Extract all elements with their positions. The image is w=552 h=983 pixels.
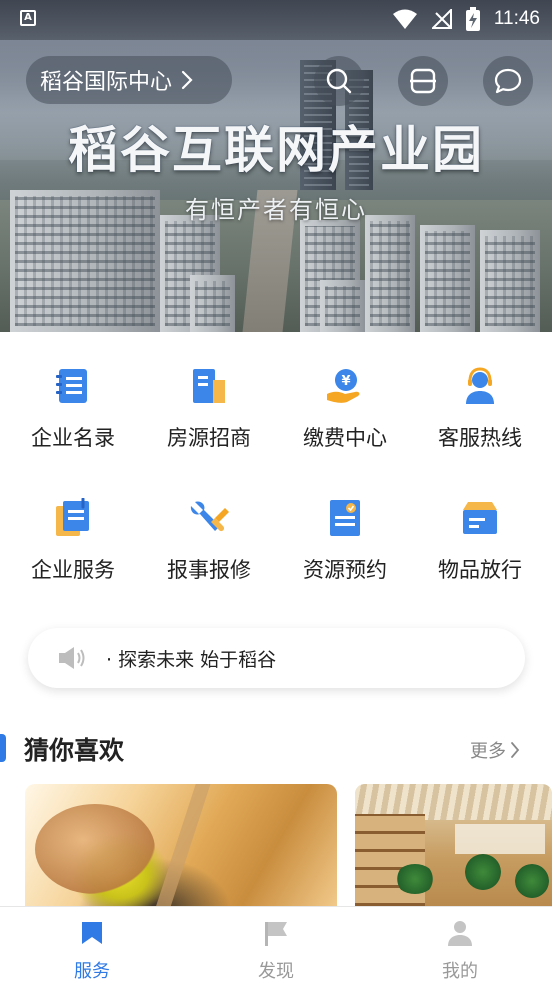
quick-action-company-directory[interactable]: 企业名录	[4, 352, 142, 462]
wrench-icon	[190, 501, 229, 532]
package-box-icon	[463, 502, 497, 534]
svg-text:¥: ¥	[341, 374, 350, 389]
tab-label: 服务	[74, 961, 110, 982]
quick-action-label: 客服热线	[438, 426, 522, 450]
location-label: 稻谷国际中心	[40, 70, 173, 95]
announcement-bar[interactable]: · 探索未来 始于稻谷	[28, 628, 525, 688]
tab-service[interactable]: 服务	[0, 907, 184, 983]
wifi-icon	[392, 9, 417, 29]
message-button[interactable]	[483, 56, 533, 106]
user-icon	[448, 921, 472, 946]
speaker-icon	[59, 647, 85, 669]
quick-action-customer-hotline[interactable]: 客服热线	[411, 352, 549, 462]
no-signal-icon	[431, 9, 452, 29]
bookmark-flag-icon	[82, 922, 102, 944]
scan-icon	[410, 68, 436, 94]
payment-hand-icon: ¥	[327, 369, 360, 403]
banner-subtitle: 有恒产者有恒心	[185, 196, 367, 224]
tab-profile[interactable]: 我的	[368, 907, 552, 983]
search-button[interactable]	[314, 56, 364, 106]
tab-label: 发现	[258, 961, 294, 982]
building-icon	[193, 369, 225, 403]
app-notification-icon: A	[20, 10, 36, 26]
banner-image[interactable]: 稻谷互联网产业园 有恒产者有恒心	[0, 0, 552, 332]
search-icon	[326, 68, 352, 94]
quick-action-repair-report[interactable]: 报事报修	[140, 484, 278, 594]
customer-service-icon	[466, 367, 494, 404]
quick-action-label: 物品放行	[438, 558, 522, 582]
quick-action-payment-center[interactable]: ¥ 缴费中心	[276, 352, 414, 462]
quick-action-resource-booking[interactable]: 资源预约	[276, 484, 414, 594]
battery-charging-icon	[465, 7, 480, 31]
chevron-right-icon	[181, 70, 193, 90]
quick-action-property-leasing[interactable]: 房源招商	[140, 352, 278, 462]
chat-bubble-icon	[494, 68, 522, 94]
booking-form-icon	[330, 500, 360, 536]
section-title: 猜你喜欢	[24, 736, 125, 765]
location-selector[interactable]: 稻谷国际中心	[26, 56, 232, 104]
tab-label: 我的	[442, 961, 478, 982]
quick-action-goods-release[interactable]: 物品放行	[411, 484, 549, 594]
more-label: 更多	[470, 741, 506, 762]
banner-title: 稻谷互联网产业园	[68, 121, 484, 179]
quick-action-label: 缴费中心	[303, 426, 387, 450]
clock: 11:46	[493, 8, 540, 29]
quick-action-label: 企业服务	[31, 558, 115, 582]
quick-action-label: 企业名录	[31, 426, 115, 450]
scan-button[interactable]	[398, 56, 448, 106]
bottom-navigation: 服务 发现 我的	[0, 906, 552, 983]
quick-action-label: 房源招商	[167, 426, 251, 450]
recommend-card[interactable]	[25, 784, 337, 906]
document-clip-icon	[56, 498, 89, 536]
section-accent-bar	[0, 734, 6, 762]
chevron-right-icon	[511, 742, 520, 758]
flag-icon	[265, 922, 287, 946]
quick-action-enterprise-service[interactable]: 企业服务	[4, 484, 142, 594]
tab-discover[interactable]: 发现	[184, 907, 368, 983]
more-link[interactable]: 更多	[470, 737, 520, 763]
announcement-text: · 探索未来 始于稻谷	[106, 648, 277, 671]
status-bar: A 11:46	[0, 0, 552, 38]
quick-action-label: 资源预约	[303, 558, 387, 582]
recommend-card[interactable]	[355, 784, 552, 906]
quick-action-label: 报事报修	[167, 558, 251, 582]
directory-book-icon	[56, 369, 87, 403]
